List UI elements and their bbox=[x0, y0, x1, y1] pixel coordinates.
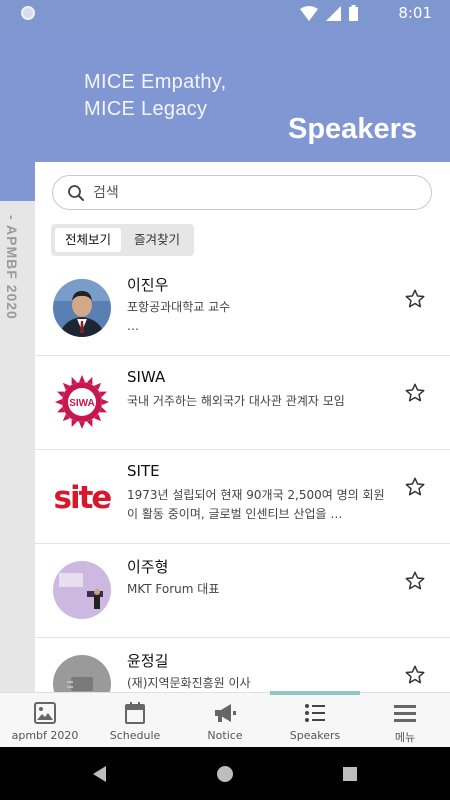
filter-tabs: 전체보기 즐겨찾기 bbox=[51, 224, 195, 256]
nav-schedule[interactable]: Schedule bbox=[90, 693, 180, 747]
calendar-icon bbox=[125, 702, 145, 724]
recents-icon[interactable] bbox=[341, 765, 359, 783]
side-strip-accent bbox=[0, 162, 35, 201]
side-label: - APMBF 2020 bbox=[4, 215, 30, 325]
speaker-name: 이진우 bbox=[127, 276, 169, 294]
nav-label: Schedule bbox=[109, 729, 161, 742]
speaker-name: SITE bbox=[127, 462, 160, 480]
tagline: MICE Empathy, MICE Legacy bbox=[84, 69, 226, 123]
favorite-star-icon[interactable] bbox=[404, 664, 426, 686]
site-logo: site bbox=[53, 467, 111, 525]
siwa-logo: SIWA bbox=[53, 373, 111, 431]
list-icon bbox=[305, 704, 325, 722]
nav-apmbf[interactable]: apmbf 2020 bbox=[0, 693, 90, 747]
wifi-icon bbox=[300, 5, 318, 21]
speaker-name: 윤정길 bbox=[127, 652, 169, 670]
hamburger-icon bbox=[394, 705, 416, 722]
cellular-signal-icon bbox=[326, 5, 341, 21]
speaker-row[interactable]: site SITE 1973년 설립되어 현재 90개국 2,500여 명의 회… bbox=[35, 450, 450, 544]
speaker-row[interactable]: 이진우 포항공과대학교 교수 … bbox=[35, 262, 450, 356]
nav-speakers[interactable]: Speakers bbox=[270, 691, 360, 747]
nav-label: Speakers bbox=[289, 729, 341, 742]
svg-text:SIWA: SIWA bbox=[69, 398, 95, 409]
speaker-description: (재)지역문화진흥원 이사 bbox=[127, 676, 251, 690]
tab-favorites[interactable]: 즐겨찾기 bbox=[124, 228, 190, 252]
svg-text:site: site bbox=[54, 480, 111, 516]
battery-icon bbox=[349, 5, 358, 21]
speaker-description: MKT Forum 대표 bbox=[127, 582, 220, 596]
speaker-name: 이주형 bbox=[127, 558, 169, 576]
favorite-star-icon[interactable] bbox=[404, 382, 426, 404]
speaker-description: 국내 거주하는 해외국가 대사관 관계자 모임 bbox=[127, 394, 345, 408]
megaphone-icon bbox=[215, 704, 236, 722]
speaker-row[interactable]: 이주형 MKT Forum 대표 bbox=[35, 544, 450, 638]
side-label-text: - APMBF 2020 bbox=[4, 215, 20, 320]
avatar bbox=[53, 655, 111, 692]
nav-menu[interactable]: 메뉴 bbox=[360, 693, 450, 747]
notification-dot-icon bbox=[21, 6, 35, 20]
avatar bbox=[53, 279, 111, 337]
image-icon bbox=[34, 702, 56, 724]
search-box[interactable] bbox=[52, 175, 432, 210]
nav-label: 메뉴 bbox=[394, 731, 416, 744]
nav-label: apmbf 2020 bbox=[11, 729, 79, 742]
tagline-line-1: MICE Empathy, bbox=[84, 71, 227, 93]
nav-label: Notice bbox=[207, 729, 243, 742]
avatar bbox=[53, 561, 111, 619]
speaker-description: 포항공과대학교 교수 … bbox=[127, 300, 231, 333]
speaker-list: 이진우 포항공과대학교 교수 … SIWA SIWA 국내 거주하는 해외국가 … bbox=[35, 262, 450, 692]
speaker-row[interactable]: 윤정길 (재)지역문화진흥원 이사 bbox=[35, 638, 450, 692]
bottom-nav: apmbf 2020 Schedule Notice Speakers 메뉴 bbox=[0, 691, 450, 747]
page-title: Speakers bbox=[288, 113, 417, 145]
status-icons bbox=[300, 5, 358, 21]
favorite-star-icon[interactable] bbox=[404, 288, 426, 310]
search-input[interactable] bbox=[93, 184, 413, 201]
status-time: 8:01 bbox=[398, 4, 432, 22]
tab-all[interactable]: 전체보기 bbox=[55, 228, 122, 252]
favorite-star-icon[interactable] bbox=[404, 476, 426, 498]
favorite-star-icon[interactable] bbox=[404, 570, 426, 592]
tagline-line-2: MICE Legacy bbox=[84, 98, 208, 120]
header: MICE Empathy, MICE Legacy Speakers bbox=[0, 27, 450, 162]
back-icon[interactable] bbox=[91, 765, 109, 783]
search-icon bbox=[68, 184, 84, 201]
speaker-row[interactable]: SIWA SIWA 국내 거주하는 해외국가 대사관 관계자 모임 bbox=[35, 356, 450, 450]
speakers-content: 전체보기 즐겨찾기 이진우 포항공과대학교 교수 … bbox=[35, 162, 450, 692]
nav-notice[interactable]: Notice bbox=[180, 693, 270, 747]
speaker-description: 1973년 설립되어 현재 90개국 2,500여 명의 회원이 활동 중이며,… bbox=[127, 488, 385, 521]
speaker-name: SIWA bbox=[127, 368, 166, 386]
home-icon[interactable] bbox=[216, 765, 234, 783]
status-bar: 8:01 bbox=[0, 0, 450, 27]
system-nav-bar bbox=[0, 747, 450, 800]
